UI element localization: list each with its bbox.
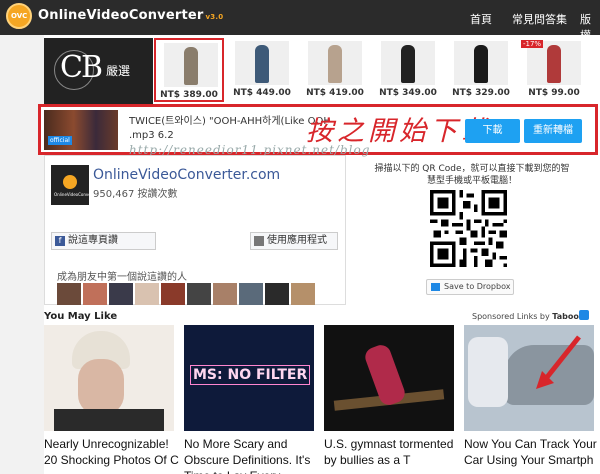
adchoices-icon[interactable]: [579, 310, 589, 320]
video-title: TWICE(트와이스) "OOH-AHH하게(Like OOH-AHH): [129, 116, 329, 127]
recommendation-title[interactable]: No More Scary and Obscure Definitions. I…: [184, 436, 324, 474]
logo-mark-icon: [63, 175, 77, 189]
red-arrow-icon: [536, 335, 581, 389]
product-card[interactable]: NT$ 419.00: [300, 38, 370, 102]
nav-home[interactable]: 首頁: [470, 11, 492, 27]
product-figure: [184, 47, 198, 85]
page-logo[interactable]: OnlineVideoConverter: [51, 165, 98, 205]
shop-logo-letters: CB: [60, 50, 103, 85]
friend-avatar[interactable]: [109, 283, 133, 305]
product-image: [164, 43, 218, 87]
product-card[interactable]: NT$ 349.00: [373, 38, 443, 102]
save-to-dropbox-button[interactable]: Save to Dropbox: [426, 279, 514, 295]
nav-faq[interactable]: 常見問答集: [512, 11, 567, 27]
left-sidebar: [0, 35, 44, 474]
friend-avatar[interactable]: [239, 283, 263, 305]
friend-avatar[interactable]: [291, 283, 315, 305]
logo-badge-text: OVC: [11, 12, 28, 20]
use-app-label: 使用應用程式: [267, 235, 327, 246]
product-figure: [547, 45, 561, 83]
use-app-button[interactable]: 使用應用程式: [250, 232, 338, 250]
product-figure: [474, 45, 488, 83]
friend-avatar[interactable]: [265, 283, 289, 305]
page-logo-text: OnlineVideoConverter: [54, 192, 99, 197]
recommendation-image[interactable]: [44, 325, 174, 431]
dropbox-icon: [431, 283, 440, 291]
reconvert-button[interactable]: 重新轉檔: [524, 119, 582, 143]
product-image: [381, 41, 435, 85]
sponsored-label[interactable]: Sponsored Links by Taboola: [472, 312, 587, 321]
recommendations-title: You May Like: [44, 311, 118, 322]
friend-avatar[interactable]: [213, 283, 237, 305]
product-price: NT$ 349.00: [379, 88, 437, 98]
app-cube-icon: [254, 236, 264, 246]
friend-avatar[interactable]: [135, 283, 159, 305]
download-button[interactable]: 下載: [465, 119, 520, 143]
product-price: NT$ 389.00: [160, 90, 218, 100]
product-figure: [401, 45, 415, 83]
qr-instructions: 掃描以下的 QR Code，就可以直接下載到您的智慧型手機或平板電腦！: [374, 164, 570, 186]
brand-version: v3.0: [205, 13, 224, 21]
product-price: NT$ 329.00: [452, 88, 510, 98]
thumbnail-badge: official: [48, 136, 72, 145]
recommendation-image[interactable]: [324, 325, 454, 431]
product-image: [454, 41, 508, 85]
friend-avatar[interactable]: [83, 283, 107, 305]
recommendation-title[interactable]: Nearly Unrecognizable! 20 Shocking Photo…: [44, 436, 184, 468]
product-price: NT$ 99.00: [528, 88, 580, 98]
brand-title[interactable]: OnlineVideoConverter v3.0: [38, 8, 223, 23]
video-thumbnail[interactable]: official: [44, 110, 118, 150]
shop-brand-text: 嚴選: [106, 64, 131, 78]
product-card[interactable]: -17% NT$ 99.00: [519, 38, 589, 102]
dropbox-label: Save to Dropbox: [444, 282, 511, 291]
brand-name: OnlineVideoConverter: [38, 8, 204, 23]
facebook-icon: f: [55, 236, 65, 246]
image-background: MS: NO FILTER: [184, 325, 314, 431]
logo-icon[interactable]: OVC: [6, 3, 32, 29]
friend-avatar[interactable]: [187, 283, 211, 305]
product-card[interactable]: NT$ 329.00: [446, 38, 516, 102]
qr-code-icon: [430, 190, 507, 267]
like-page-button[interactable]: f 說這專頁讚: [51, 232, 156, 250]
product-card[interactable]: NT$ 449.00: [227, 38, 297, 102]
like-count: 950,467 按讚次數: [93, 189, 178, 200]
shop-ad-logo[interactable]: CB 嚴選: [44, 38, 153, 104]
friend-avatar[interactable]: [57, 283, 81, 305]
product-image: [308, 41, 362, 85]
recommendation-title[interactable]: Now You Can Track Your Car Using Your Sm…: [464, 436, 600, 468]
like-page-label: 說這專頁讚: [68, 235, 118, 246]
friend-avatar[interactable]: [161, 283, 185, 305]
recommendation-title[interactable]: U.S. gymnast tormented by bullies as a T: [324, 436, 464, 468]
recommendation-image[interactable]: [464, 325, 594, 431]
friends-prompt: 成為朋友中第一個說這讚的人: [57, 272, 187, 283]
product-price: NT$ 419.00: [306, 88, 364, 98]
clothing-shape: [54, 409, 164, 431]
product-price: NT$ 449.00: [233, 88, 291, 98]
product-figure: [328, 45, 342, 83]
sponsored-text: Sponsored Links by: [472, 312, 553, 321]
facebook-page-name[interactable]: OnlineVideoConverter.com: [93, 167, 280, 183]
product-image: [235, 41, 289, 85]
product-figure: [255, 45, 269, 83]
product-card[interactable]: NT$ 389.00: [154, 38, 224, 102]
person-shape: [468, 337, 508, 407]
discount-badge: -17%: [521, 40, 544, 48]
recommendation-image[interactable]: MS: NO FILTER: [184, 325, 314, 431]
top-nav: OVC OnlineVideoConverter v3.0 首頁 常見問答集 版權: [0, 0, 600, 42]
face-shape: [78, 359, 124, 415]
image-caption: MS: NO FILTER: [190, 365, 311, 385]
file-meta: .mp3 6.2: [129, 130, 174, 141]
